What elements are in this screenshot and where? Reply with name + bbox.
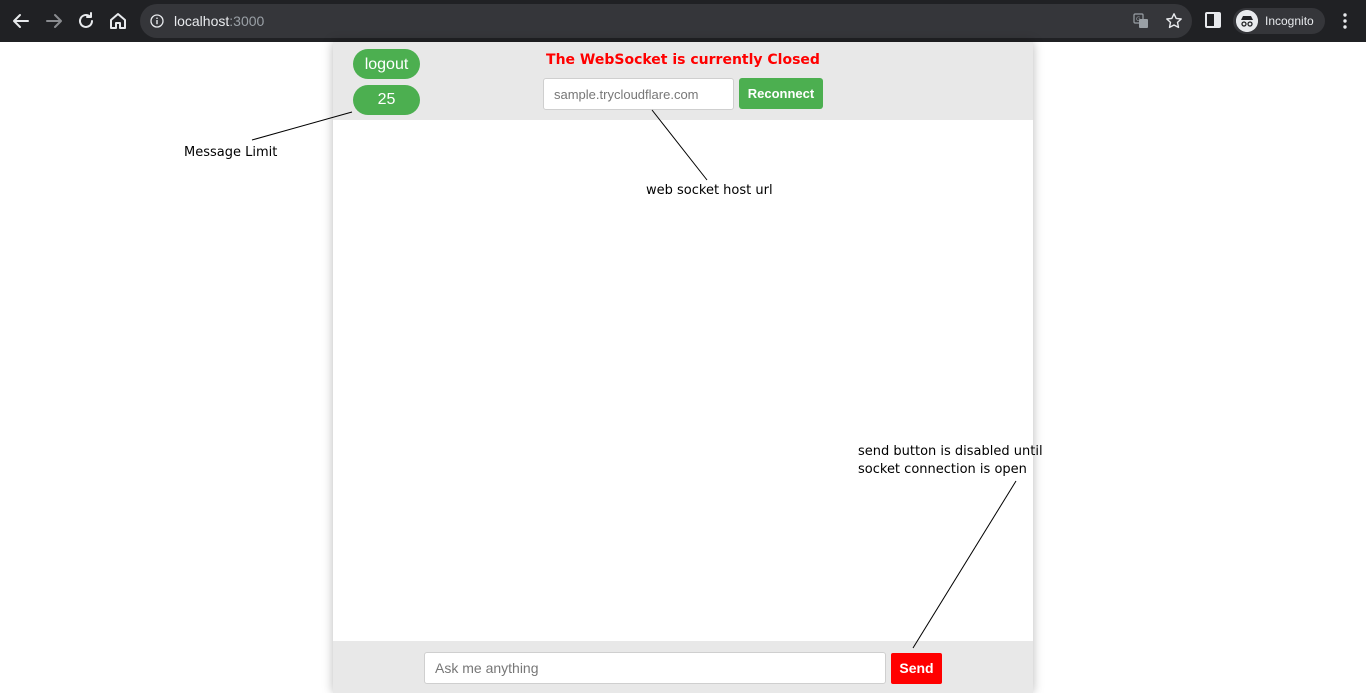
profile-label: Incognito — [1265, 14, 1314, 28]
browser-toolbar: localhost:3000 G Incognito — [0, 0, 1366, 42]
back-icon[interactable] — [9, 9, 33, 33]
app-footer: Send — [333, 641, 1033, 693]
url-host: localhost — [174, 13, 230, 29]
incognito-icon — [1236, 10, 1258, 32]
app-header: logout 25 The WebSocket is currently Clo… — [333, 42, 1033, 120]
star-icon[interactable] — [1165, 12, 1183, 30]
websocket-status: The WebSocket is currently Closed — [546, 52, 820, 68]
annotation-message-limit: Message Limit — [184, 145, 278, 160]
profile-chip[interactable]: Incognito — [1233, 8, 1325, 34]
annotation-send-button: send button is disabled until socket con… — [858, 443, 1043, 479]
menu-icon[interactable] — [1338, 12, 1352, 30]
forward-icon[interactable] — [42, 9, 66, 33]
message-input[interactable] — [424, 652, 886, 684]
annotation-send-line2: socket connection is open — [858, 462, 1027, 477]
message-limit-badge: 25 — [353, 85, 420, 115]
translate-icon[interactable]: G — [1133, 13, 1149, 29]
side-panel-icon[interactable] — [1205, 12, 1221, 28]
logout-button[interactable]: logout — [353, 49, 420, 79]
info-icon[interactable] — [150, 14, 164, 28]
annotation-host-url: web socket host url — [646, 183, 773, 198]
reconnect-button[interactable]: Reconnect — [739, 78, 823, 109]
websocket-host-input[interactable] — [543, 78, 734, 110]
reload-icon[interactable] — [74, 9, 98, 33]
chat-app: logout 25 The WebSocket is currently Clo… — [333, 42, 1033, 693]
svg-text:G: G — [1136, 16, 1141, 23]
url-text: localhost:3000 — [174, 13, 264, 29]
address-bar[interactable]: localhost:3000 G — [140, 4, 1192, 38]
send-button[interactable]: Send — [891, 653, 942, 684]
annotation-send-line1: send button is disabled until — [858, 444, 1043, 459]
url-port: :3000 — [229, 13, 265, 29]
home-icon[interactable] — [106, 9, 130, 33]
